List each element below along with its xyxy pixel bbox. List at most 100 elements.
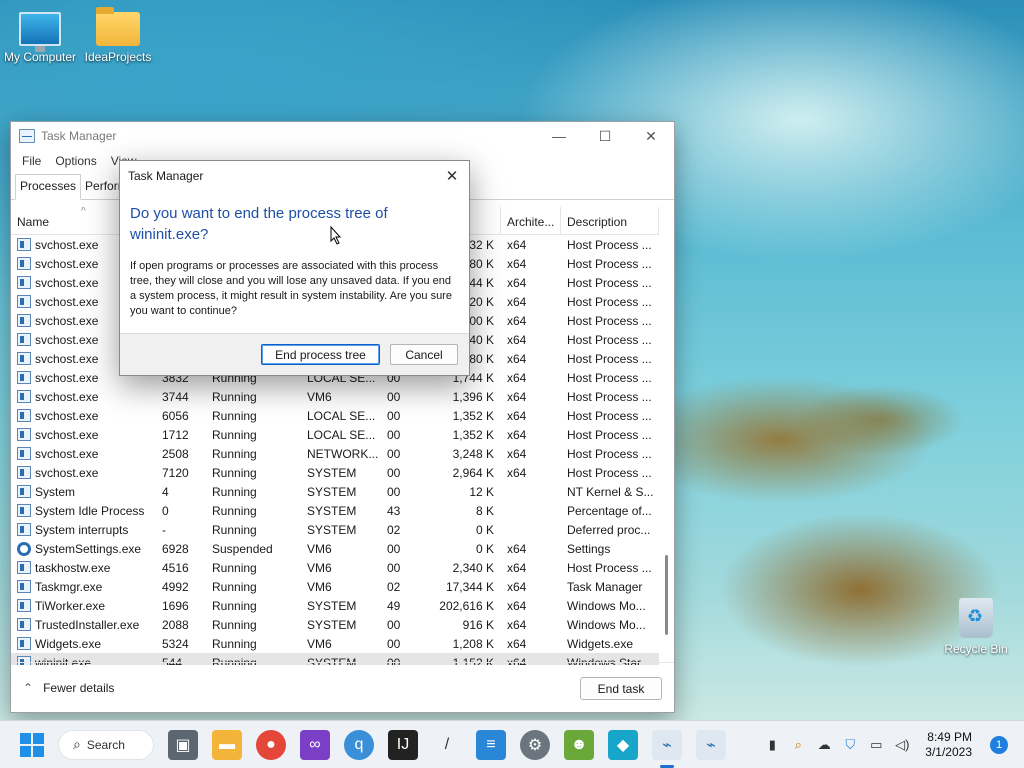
clock[interactable]: 8:49 PM 3/1/2023	[925, 730, 972, 760]
qbittorrent-icon[interactable]: q	[344, 729, 374, 760]
process-icon	[17, 580, 31, 593]
process-status: Running	[212, 579, 257, 594]
process-description: Host Process ...	[567, 560, 652, 575]
end-process-tree-button[interactable]: End process tree	[261, 344, 380, 365]
tab-processes[interactable]: Processes	[15, 174, 82, 200]
cancel-button[interactable]: Cancel	[390, 344, 458, 365]
task-view-icon[interactable]: ▣	[168, 729, 198, 760]
process-architecture: x64	[507, 636, 527, 651]
process-user: SYSTEM	[307, 503, 357, 518]
volume-icon[interactable]: ◁)	[893, 736, 911, 754]
intellij-icon[interactable]: IJ	[388, 729, 418, 760]
process-name-label: svchost.exe	[35, 237, 99, 252]
security-shield-icon[interactable]: ⛉	[841, 736, 859, 754]
network-icon[interactable]: ▭	[867, 736, 885, 754]
process-pid: -	[162, 522, 166, 537]
process-name-label: svchost.exe	[35, 389, 99, 404]
desktop-icon-my-computer[interactable]: My Computer	[0, 12, 80, 64]
process-name: System	[11, 485, 156, 499]
title-bar[interactable]: Task Manager — ☐ ✕	[11, 122, 674, 150]
process-icon	[17, 561, 31, 574]
visual-studio-icon[interactable]: ∞	[300, 729, 330, 760]
minimize-button[interactable]: —	[536, 122, 582, 150]
scrollbar[interactable]	[663, 235, 671, 665]
onedrive-icon[interactable]: ☁	[815, 736, 833, 754]
process-description: Task Manager	[567, 579, 643, 594]
column-description[interactable]: Description	[561, 207, 659, 235]
process-architecture: x64	[507, 351, 527, 366]
taskbar-search[interactable]: ⌕ Search	[58, 729, 154, 760]
desktop-icon-recycle-bin[interactable]: Recycle Bin	[936, 598, 1016, 656]
task-manager-taskbar-icon-2[interactable]: ⌁	[696, 729, 726, 760]
process-icon	[17, 523, 31, 536]
mouse-cursor-icon	[330, 226, 342, 245]
process-architecture: x64	[507, 313, 527, 328]
table-row[interactable]: svchost.exe 1712 Running LOCAL SE... 00 1,352…	[11, 425, 659, 444]
process-pid: 5324	[162, 636, 189, 651]
close-icon: ✕	[645, 127, 657, 144]
table-row[interactable]: TrustedInstaller.exe 2088 Running SYSTEM 00 9…	[11, 615, 659, 634]
table-row[interactable]: taskhostw.exe 4516 Running VM6 00 2,340 K x64 H…	[11, 558, 659, 577]
table-row[interactable]: System Idle Process 0 Running SYSTEM 43 8 K Pe…	[11, 501, 659, 520]
process-name-label: svchost.exe	[35, 446, 99, 461]
notification-badge[interactable]: 1	[990, 735, 1008, 754]
process-user: VM6	[307, 541, 332, 556]
end-task-button[interactable]: End task	[580, 677, 662, 700]
process-cpu: 00	[387, 427, 401, 442]
search-tray-icon[interactable]: ⌕	[789, 736, 807, 754]
process-user: LOCAL SE...	[307, 408, 376, 423]
process-architecture: x64	[507, 370, 527, 385]
process-memory: 2,964 K	[452, 465, 494, 480]
table-row[interactable]: svchost.exe 2508 Running NETWORK... 00 3,248 …	[11, 444, 659, 463]
table-row[interactable]: System interrupts - Running SYSTEM 02 0 K Defe…	[11, 520, 659, 539]
process-memory: 2,340 K	[452, 560, 494, 575]
fewer-details-button[interactable]: ⌃ Fewer details	[23, 681, 114, 695]
table-row[interactable]: svchost.exe 6056 Running LOCAL SE... 00 1,352…	[11, 406, 659, 425]
start-button[interactable]	[20, 732, 44, 757]
menu-file[interactable]: File	[17, 154, 46, 168]
dialog-close-button[interactable]: ✕	[441, 165, 463, 187]
settings-icon[interactable]: ⚙	[520, 729, 550, 760]
process-user: SYSTEM	[307, 522, 357, 537]
process-name-label: svchost.exe	[35, 427, 99, 442]
process-description: Host Process ...	[567, 465, 652, 480]
process-icon	[17, 276, 31, 289]
menu-options[interactable]: Options	[50, 154, 101, 168]
folder-icon	[96, 7, 140, 46]
table-row[interactable]: svchost.exe 7120 Running SYSTEM 00 2,964 K x64…	[11, 463, 659, 482]
pen-tool-icon[interactable]: /	[432, 730, 462, 760]
process-status: Running	[212, 522, 257, 537]
notepad-icon[interactable]: ≡	[476, 729, 506, 760]
table-row[interactable]: System 4 Running SYSTEM 00 12 K NT Kernel & S.…	[11, 482, 659, 501]
process-cpu: 00	[387, 617, 401, 632]
file-explorer-icon[interactable]: ▬	[212, 729, 242, 760]
process-memory: 12 K	[469, 484, 494, 499]
process-description: Windows Mo...	[567, 617, 646, 632]
process-icon	[17, 599, 31, 612]
task-manager-taskbar-icon[interactable]: ⌁	[652, 729, 682, 768]
process-name-label: svchost.exe	[35, 275, 99, 290]
process-description: Host Process ...	[567, 427, 652, 442]
table-row[interactable]: SystemSettings.exe 6928 Suspended VM6 00 0 K x…	[11, 539, 659, 558]
process-description: Host Process ...	[567, 313, 652, 328]
desktop-icon-ideaprojects[interactable]: IdeaProjects	[78, 7, 158, 64]
process-cpu: 00	[387, 541, 401, 556]
maximize-button[interactable]: ☐	[582, 122, 628, 150]
table-row[interactable]: svchost.exe 3744 Running VM6 00 1,396 K x64 Hos…	[11, 387, 659, 406]
process-icon	[17, 257, 31, 270]
table-row[interactable]: TiWorker.exe 1696 Running SYSTEM 49 202,616 K…	[11, 596, 659, 615]
process-memory: 1,208 K	[452, 636, 494, 651]
chrome-icon[interactable]: ●	[256, 729, 286, 760]
dialog-heading: Do you want to end the process tree of w…	[130, 205, 388, 243]
table-row[interactable]: Widgets.exe 5324 Running VM6 00 1,208 K x64 Wid…	[11, 634, 659, 653]
column-architecture[interactable]: Archite...	[501, 207, 561, 235]
game-icon[interactable]: ☻	[564, 729, 594, 760]
tablet-icon[interactable]: ▮	[763, 736, 781, 754]
process-description: Host Process ...	[567, 389, 652, 404]
process-architecture: x64	[507, 408, 527, 423]
process-name-label: taskhostw.exe	[35, 560, 111, 575]
close-button[interactable]: ✕	[628, 122, 674, 150]
app-icon[interactable]: ◆	[608, 729, 638, 760]
table-row[interactable]: Taskmgr.exe 4992 Running VM6 02 17,344 K x64 Ta…	[11, 577, 659, 596]
scrollbar-thumb[interactable]	[665, 555, 668, 635]
